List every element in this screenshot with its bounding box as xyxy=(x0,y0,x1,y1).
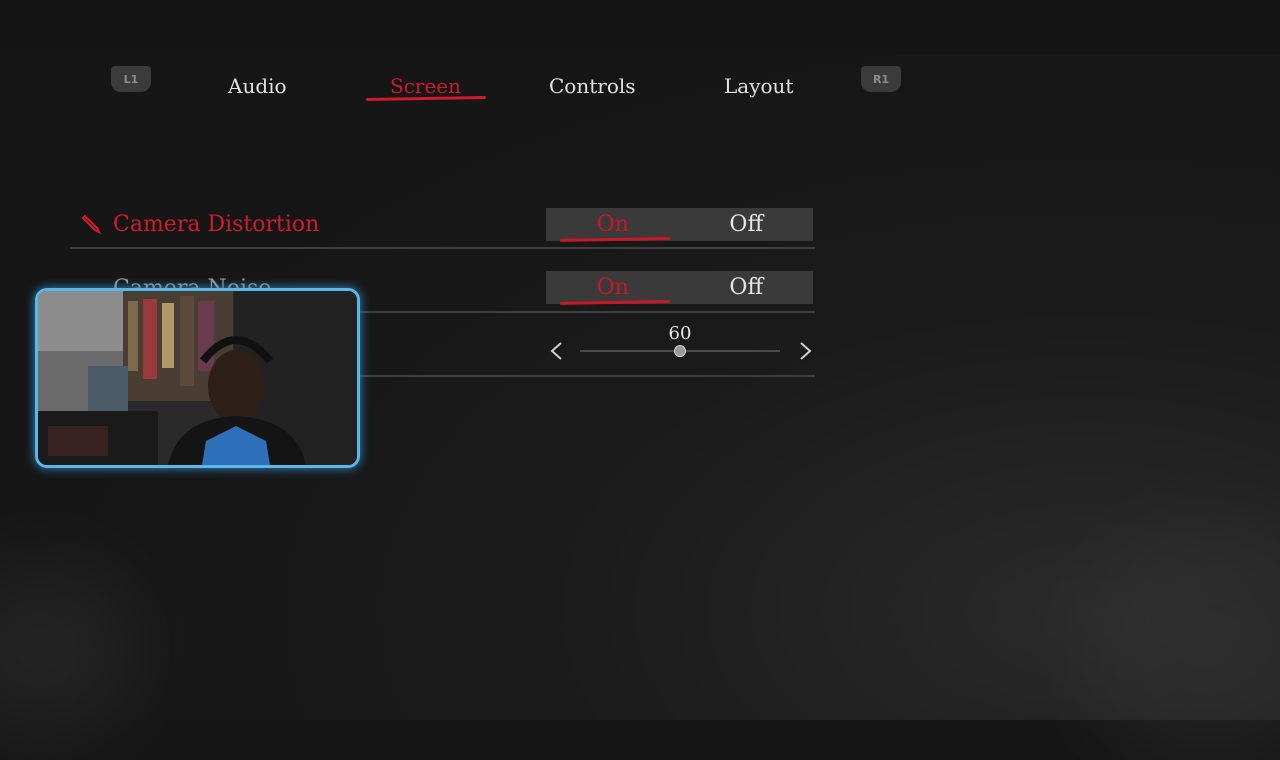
background-fog xyxy=(1080,520,1280,760)
camera-noise-toggle[interactable]: On Off xyxy=(546,271,814,305)
top-band xyxy=(0,0,1280,54)
row-divider xyxy=(70,247,815,249)
setting-label-camera-distortion[interactable]: Camera Distortion xyxy=(113,212,319,237)
option-off[interactable]: Off xyxy=(680,275,814,300)
tab-screen[interactable]: Screen xyxy=(390,74,461,98)
webcam-overlay xyxy=(35,288,360,468)
r1-button[interactable]: R1 xyxy=(861,66,901,92)
tab-audio[interactable]: Audio xyxy=(228,74,287,98)
chevron-left-icon[interactable] xyxy=(547,340,567,362)
option-on-label: On xyxy=(596,212,629,237)
option-on[interactable]: On xyxy=(546,212,680,242)
slider-knob[interactable] xyxy=(674,345,686,357)
l1-button[interactable]: L1 xyxy=(111,66,151,92)
tab-layout[interactable]: Layout xyxy=(724,74,793,98)
selected-underline xyxy=(559,300,670,305)
option-on[interactable]: On xyxy=(546,275,680,305)
active-tab-underline xyxy=(365,95,487,102)
option-on-label: On xyxy=(596,275,629,300)
option-off[interactable]: Off xyxy=(680,212,814,237)
webcam-feed xyxy=(38,291,357,465)
camera-distortion-toggle[interactable]: On Off xyxy=(546,208,814,242)
tab-controls[interactable]: Controls xyxy=(549,74,636,98)
selected-underline xyxy=(559,237,670,242)
slider-value: 60 xyxy=(668,323,692,344)
pencil-icon xyxy=(81,214,102,235)
background-fog xyxy=(0,560,140,740)
chevron-right-icon[interactable] xyxy=(795,340,815,362)
